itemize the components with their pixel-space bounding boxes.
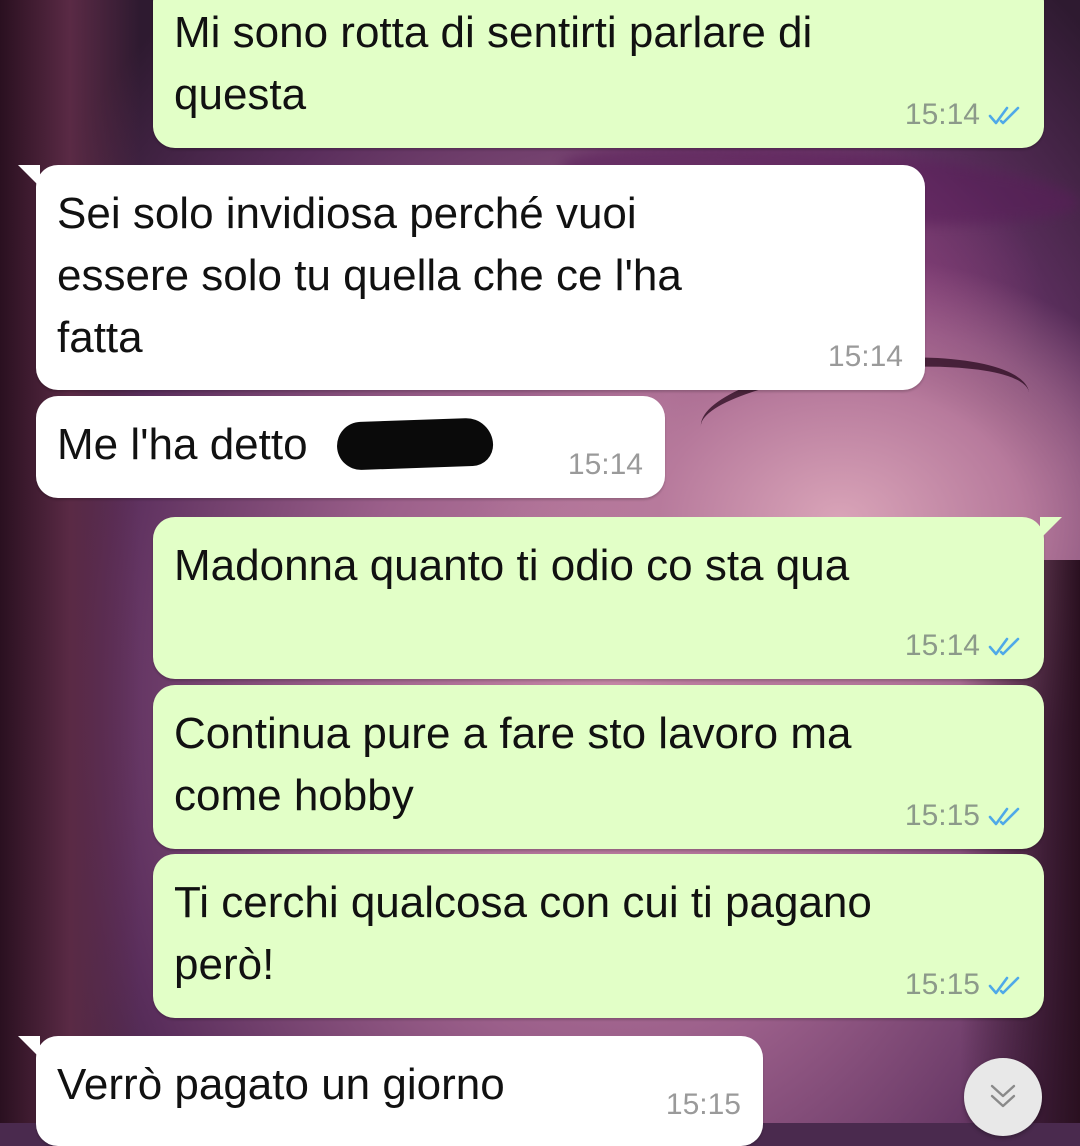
message-text: Verrò pagato un giorno (57, 1060, 505, 1109)
message-meta: 15:14 (905, 629, 1022, 663)
message-meta: 15:15 (905, 968, 1022, 1002)
message-meta: 15:15 (666, 1088, 741, 1122)
message-text: Ti cerchi qualcosa con cui ti pagano per… (174, 878, 872, 989)
bubble-tail (18, 1036, 40, 1058)
message-bubble-outgoing[interactable]: Continua pure a fare sto lavoro ma come … (153, 685, 1044, 849)
message-meta: 15:14 (568, 448, 643, 482)
message-text: Mi sono rotta di sentirti parlare di que… (174, 8, 813, 119)
message-meta: 15:15 (905, 799, 1022, 833)
message-time: 15:14 (904, 98, 980, 131)
message-time: 15:15 (904, 799, 980, 832)
message-bubble-incoming[interactable]: Sei solo invidiosa perché vuoi essere so… (18, 165, 925, 390)
message-time: 15:14 (827, 340, 903, 373)
redaction-scribble (336, 417, 494, 471)
double-check-icon (988, 807, 1020, 826)
bubble-tail (18, 165, 40, 187)
message-bubble-outgoing[interactable]: Ti cerchi qualcosa con cui ti pagano per… (153, 854, 1044, 1018)
message-text: Me l'ha detto (57, 420, 308, 469)
double-check-icon (988, 976, 1020, 995)
message-time: 15:14 (567, 448, 643, 481)
message-meta: 15:14 (828, 340, 903, 374)
message-bubble-outgoing[interactable]: Mi sono rotta di sentirti parlare di que… (153, 0, 1044, 148)
message-bubble-outgoing[interactable]: Madonna quanto ti odio co sta qua 15:14 (153, 517, 1062, 679)
message-text: Continua pure a fare sto lavoro ma come … (174, 709, 852, 820)
scroll-to-bottom-button[interactable] (964, 1058, 1042, 1136)
double-check-icon (988, 637, 1020, 656)
message-time: 15:15 (665, 1088, 741, 1121)
message-meta: 15:14 (905, 98, 1022, 132)
message-time: 15:14 (904, 629, 980, 662)
message-text: Sei solo invidiosa perché vuoi essere so… (57, 189, 682, 362)
double-check-icon (988, 106, 1020, 125)
message-time: 15:15 (904, 968, 980, 1001)
double-chevron-down-icon (990, 1084, 1016, 1108)
message-bubble-incoming[interactable]: Verrò pagato un giorno 15:15 (18, 1036, 763, 1146)
bubble-tail (1040, 517, 1062, 539)
message-text: Madonna quanto ti odio co sta qua (174, 541, 850, 590)
